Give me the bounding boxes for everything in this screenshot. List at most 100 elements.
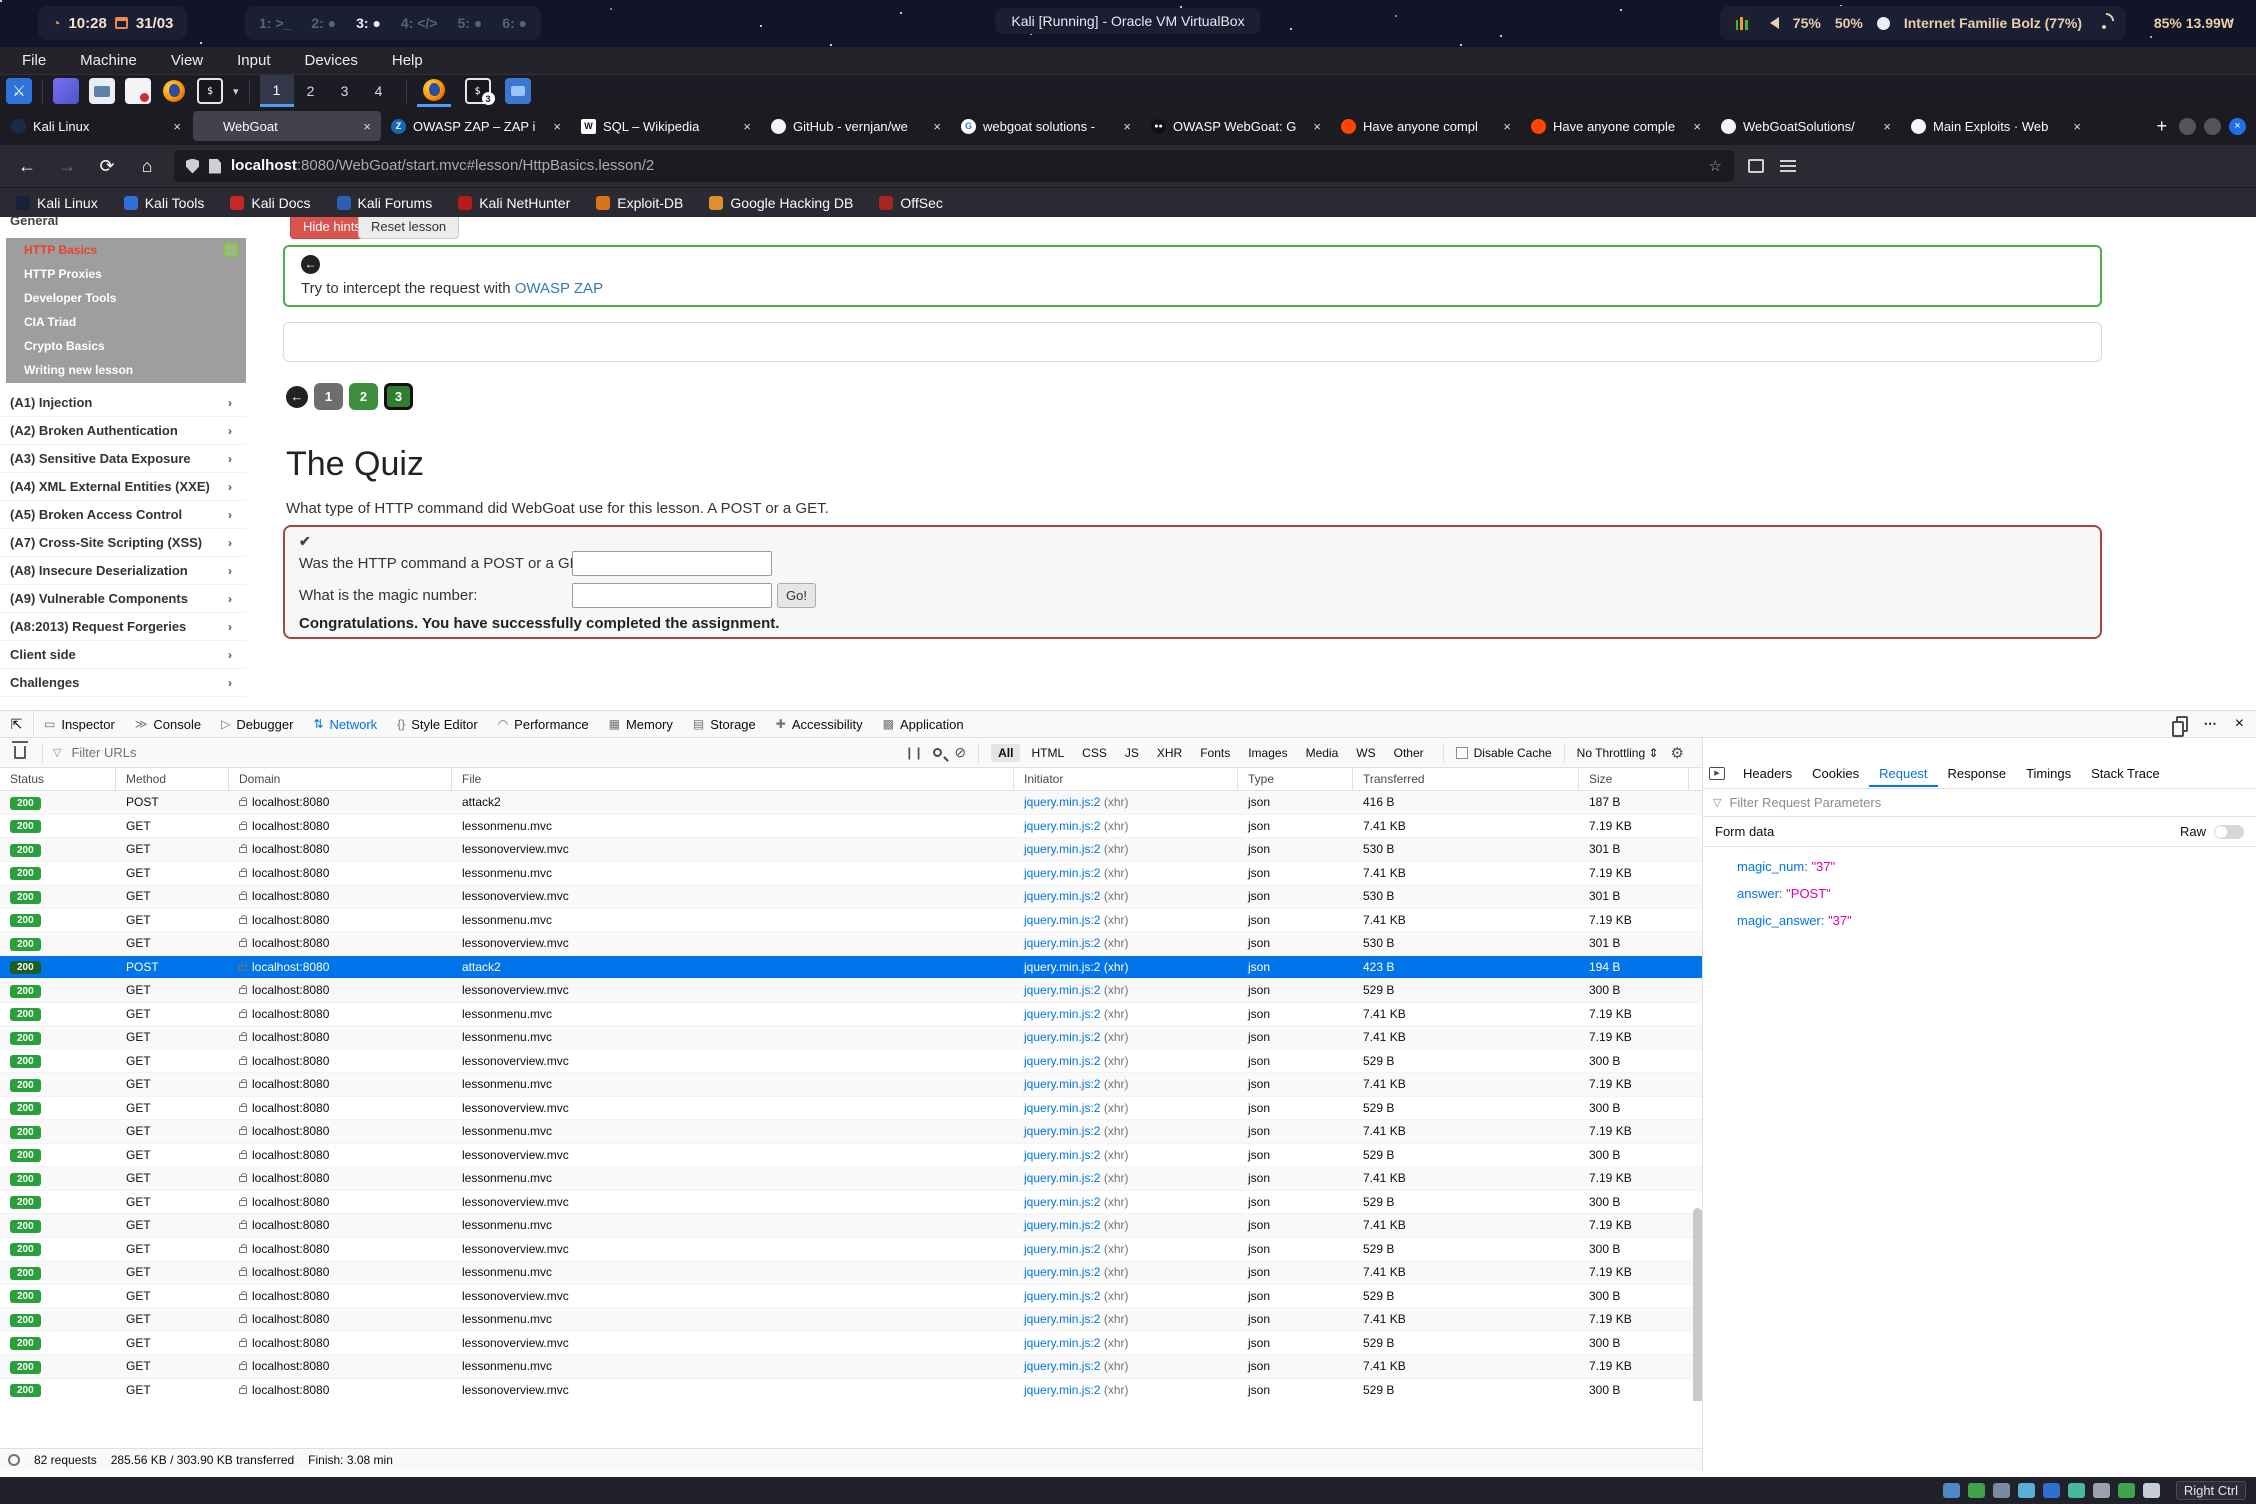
request-row[interactable]: 200 GET localhost:8080 lessonoverview.mv…: [0, 838, 1702, 862]
quiz-q2-input[interactable]: [572, 583, 772, 608]
tab-close-icon[interactable]: ×: [1501, 119, 1513, 134]
workspace-label[interactable]: 4: </>: [401, 15, 438, 31]
sidebar-category-item[interactable]: (A3) Sensitive Data Exposure›: [0, 445, 246, 473]
bookmark-item[interactable]: OffSec: [879, 195, 943, 211]
workspace-label[interactable]: 6: ●: [502, 15, 527, 31]
request-row[interactable]: 200 GET localhost:8080 lessonmenu.mvc jq…: [0, 909, 1702, 933]
audio-icon[interactable]: [1993, 1483, 2010, 1498]
devtools-close-icon[interactable]: ×: [2235, 715, 2244, 733]
initiator-link[interactable]: jquery.min.js:2: [1024, 1148, 1100, 1162]
browser-tab[interactable]: ●● OWASP WebGoat: G ×: [1143, 111, 1331, 141]
browser-tab[interactable]: WebGoatSolutions/ ×: [1713, 111, 1901, 141]
page-button-1[interactable]: 1: [314, 383, 343, 410]
column-header-file[interactable]: File: [452, 768, 1014, 790]
request-row[interactable]: 200 GET localhost:8080 lessonmenu.mvc jq…: [0, 1073, 1702, 1097]
devtools-tab[interactable]: ▭ Inspector: [34, 711, 125, 738]
tab-close-icon[interactable]: ×: [1311, 119, 1323, 134]
menubar-item[interactable]: Devices: [305, 52, 358, 69]
request-row[interactable]: 200 GET localhost:8080 lessonoverview.mv…: [0, 1191, 1702, 1215]
workspace-label[interactable]: 3: ●: [356, 15, 381, 31]
type-filter-chip[interactable]: Fonts: [1193, 744, 1237, 762]
initiator-link[interactable]: jquery.min.js:2: [1024, 1289, 1100, 1303]
sidebar-category-item[interactable]: (A1) Injection›: [0, 389, 246, 417]
column-header-size[interactable]: Size: [1579, 768, 1689, 790]
request-row[interactable]: 200 GET localhost:8080 lessonoverview.mv…: [0, 1097, 1702, 1121]
workspace-button[interactable]: 3: [328, 75, 362, 107]
initiator-link[interactable]: jquery.min.js:2: [1024, 1030, 1100, 1044]
terminal-launcher-icon[interactable]: [197, 78, 223, 104]
initiator-link[interactable]: jquery.min.js:2: [1024, 1124, 1100, 1138]
menubar-item[interactable]: Machine: [80, 52, 137, 69]
browser-tab[interactable]: Kali Linux ×: [3, 111, 191, 141]
bookmark-item[interactable]: Exploit-DB: [596, 195, 683, 211]
save-page-icon[interactable]: [1748, 159, 1764, 173]
menu-icon[interactable]: [1780, 160, 1796, 162]
sidebar-category-item[interactable]: (A8) Insecure Deserialization›: [0, 557, 246, 585]
initiator-link[interactable]: jquery.min.js:2: [1024, 1007, 1100, 1021]
initiator-link[interactable]: jquery.min.js:2: [1024, 1242, 1100, 1256]
initiator-link[interactable]: jquery.min.js:2: [1024, 842, 1100, 856]
initiator-link[interactable]: jquery.min.js:2: [1024, 1195, 1100, 1209]
type-filter-chip[interactable]: WS: [1349, 744, 1382, 762]
request-row[interactable]: 200 GET localhost:8080 lessonoverview.mv…: [0, 1238, 1702, 1262]
form-param[interactable]: answer: "POST": [1737, 886, 2256, 901]
initiator-link[interactable]: jquery.min.js:2: [1024, 936, 1100, 950]
file-manager-icon[interactable]: [89, 78, 115, 104]
devtools-tab[interactable]: ≫ Console: [125, 711, 211, 738]
devtools-tab[interactable]: ▤ Storage: [683, 711, 766, 738]
column-header-status[interactable]: Status: [0, 768, 116, 790]
files-window-icon[interactable]: [505, 78, 531, 104]
sidebar-category-item[interactable]: (A5) Broken Access Control›: [0, 501, 246, 529]
responsive-design-icon[interactable]: [2176, 716, 2188, 732]
sidebar-category-item[interactable]: (A7) Cross-Site Scripting (XSS)›: [0, 529, 246, 557]
sidebar-category-item[interactable]: (A2) Broken Authentication›: [0, 417, 246, 445]
request-row[interactable]: 200 GET localhost:8080 lessonmenu.mvc jq…: [0, 862, 1702, 886]
browser-tab[interactable]: G webgoat solutions - ×: [953, 111, 1141, 141]
recording-icon[interactable]: [2118, 1483, 2135, 1498]
type-filter-chip[interactable]: Media: [1299, 744, 1346, 762]
maximize-button[interactable]: [2204, 118, 2221, 135]
initiator-link[interactable]: jquery.min.js:2: [1024, 795, 1100, 809]
pick-element-icon[interactable]: ⇱: [0, 711, 34, 737]
page-info-icon[interactable]: [209, 159, 221, 174]
terminal-running-icon[interactable]: 3: [461, 75, 495, 107]
mouse-integration-icon[interactable]: [2143, 1483, 2160, 1498]
browser-tab[interactable]: GitHub - vernjan/we ×: [763, 111, 951, 141]
initiator-link[interactable]: jquery.min.js:2: [1024, 1383, 1100, 1397]
browser-tab[interactable]: WebGoat ×: [193, 111, 381, 141]
devtools-tab[interactable]: ⇅ Network: [303, 711, 387, 738]
volume-icon[interactable]: [1764, 17, 1779, 29]
workspace-button[interactable]: 1: [260, 75, 294, 107]
bookmark-item[interactable]: Kali Docs: [230, 195, 310, 211]
request-row[interactable]: 200 GET localhost:8080 lessonoverview.mv…: [0, 1144, 1702, 1168]
usb-icon[interactable]: [2043, 1483, 2060, 1498]
form-param[interactable]: magic_num: "37": [1737, 859, 2256, 874]
menubar-item[interactable]: Help: [392, 52, 423, 69]
request-row[interactable]: 200 GET localhost:8080 lessonoverview.mv…: [0, 1050, 1702, 1074]
filter-urls-input[interactable]: Filter URLs: [71, 745, 136, 760]
details-tab[interactable]: Request: [1869, 760, 1937, 787]
request-row[interactable]: 200 GET localhost:8080 lessonmenu.mvc jq…: [0, 1003, 1702, 1027]
devtools-menu-icon[interactable]: ⋯: [2204, 716, 2219, 732]
request-row[interactable]: 200 GET localhost:8080 lessonoverview.mv…: [0, 932, 1702, 956]
request-row[interactable]: 200 GET localhost:8080 lessonmenu.mvc jq…: [0, 1261, 1702, 1285]
request-row[interactable]: 200 GET localhost:8080 lessonoverview.mv…: [0, 1332, 1702, 1356]
owasp-zap-link[interactable]: OWASP ZAP: [515, 280, 603, 297]
column-header-transferred[interactable]: Transferred: [1353, 768, 1579, 790]
initiator-link[interactable]: jquery.min.js:2: [1024, 913, 1100, 927]
tab-close-icon[interactable]: ×: [2071, 119, 2083, 134]
sidebar-category-item[interactable]: (A9) Vulnerable Components›: [0, 585, 246, 613]
initiator-link[interactable]: jquery.min.js:2: [1024, 1171, 1100, 1185]
requests-scrollbar[interactable]: [1693, 1208, 1702, 1401]
raw-toggle[interactable]: [2214, 825, 2244, 839]
clear-requests-icon[interactable]: [14, 746, 26, 759]
wifi-icon[interactable]: [2096, 17, 2112, 29]
firefox-launcher-icon[interactable]: [161, 78, 187, 104]
hint-prev-icon[interactable]: ←: [301, 255, 320, 274]
column-header-initiator[interactable]: Initiator: [1014, 768, 1238, 790]
type-filter-chip[interactable]: Images: [1241, 744, 1294, 762]
initiator-link[interactable]: jquery.min.js:2: [1024, 1101, 1100, 1115]
initiator-link[interactable]: jquery.min.js:2: [1024, 1054, 1100, 1068]
initiator-link[interactable]: jquery.min.js:2: [1024, 819, 1100, 833]
quiz-q1-input[interactable]: [572, 551, 772, 576]
